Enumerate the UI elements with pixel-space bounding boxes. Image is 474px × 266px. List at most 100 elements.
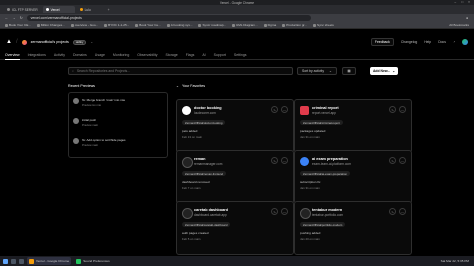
app-icon[interactable] xyxy=(11,258,16,264)
team-name[interactable]: zermanofficial's projects xyxy=(31,40,69,44)
chevron-down-icon[interactable]: ⌄ xyxy=(90,40,93,44)
project-name[interactable]: criminal report xyxy=(312,106,339,110)
bookmark[interactable]: Book Your CE... xyxy=(5,23,31,27)
list-item[interactable]: initial push Preview main xyxy=(73,117,165,134)
bookmark[interactable]: A booking sys... xyxy=(166,23,192,27)
activity-icon[interactable]: ∿ xyxy=(271,106,278,113)
notifications-icon[interactable]: ◔ xyxy=(453,40,455,44)
project-name[interactable]: doctor booking xyxy=(194,106,222,110)
app-icon[interactable] xyxy=(19,258,24,264)
new-tab-icon[interactable]: + xyxy=(108,8,110,12)
tab-ai[interactable]: AI xyxy=(202,53,205,57)
project-card[interactable]: tentabur modern tentabur-portfolio.com ∿… xyxy=(294,201,412,255)
sort-dropdown[interactable]: Sort by activity ⌄ xyxy=(297,67,337,75)
browser-tab[interactable]: ICL FTP SERVER xyxy=(4,6,41,13)
close-icon[interactable]: × xyxy=(468,0,470,4)
project-domain[interactable]: exam-learn-ai-platform.com xyxy=(312,162,351,166)
browser-tab-active[interactable]: Vercel xyxy=(42,6,75,13)
project-domain[interactable]: report.vercel.app xyxy=(312,111,336,115)
activity-icon[interactable]: ∿ xyxy=(389,208,396,215)
vercel-logo-icon[interactable]: ▲ xyxy=(6,39,12,45)
project-card[interactable]: reman remanmanager.com ∿ ⋯ ZermanOfficial… xyxy=(176,150,294,204)
help-link[interactable]: Help xyxy=(424,40,431,44)
chevron-down-icon[interactable]: ⌄ xyxy=(176,84,179,88)
changelog-link[interactable]: Changelog xyxy=(401,40,417,44)
more-icon[interactable]: ⋯ xyxy=(281,208,288,215)
tab-storage[interactable]: Storage xyxy=(166,53,178,57)
tab-support[interactable]: Support xyxy=(214,53,226,57)
feedback-button[interactable]: Feedback xyxy=(370,38,394,46)
minimize-icon[interactable]: – xyxy=(454,0,456,4)
repo-badge[interactable]: ZermanOfficial/doctor-booking xyxy=(182,120,226,125)
bookmark[interactable]: Sync sheets xyxy=(313,23,334,27)
more-icon[interactable]: ⋯ xyxy=(281,106,288,113)
tab-activity[interactable]: Activity xyxy=(54,53,65,57)
search-placeholder: Search Repositories and Projects... xyxy=(76,69,131,73)
project-card[interactable]: criminal report report.vercel.app ∿ ⋯ Zer… xyxy=(294,99,412,153)
activity-icon[interactable]: ∿ xyxy=(271,157,278,164)
activity-icon[interactable]: ∿ xyxy=(271,208,278,215)
maximize-icon[interactable]: □ xyxy=(461,0,463,4)
profile-icon[interactable]: ● xyxy=(466,16,468,20)
repo-badge[interactable]: ZermanOfficial/reman-frontend xyxy=(182,171,227,176)
bookmark[interactable]: Book Your Ce... xyxy=(135,23,161,27)
docs-link[interactable]: Docs xyxy=(438,40,446,44)
list-item[interactable]: fix: Add option to sort/hide pages Previ… xyxy=(73,137,165,154)
project-domain[interactable]: tentabur-portfolio.com xyxy=(312,213,343,217)
project-name[interactable]: tentabur modern xyxy=(312,208,342,212)
more-icon[interactable]: ⋯ xyxy=(399,106,406,113)
bookmark[interactable]: overview - Goo... xyxy=(70,23,98,27)
tab-domains[interactable]: Domains xyxy=(73,53,87,57)
list-item[interactable]: fix: Merge branch 'main' into mte Previe… xyxy=(73,97,165,114)
repo-badge[interactable]: ZermanOfficial/ai-exam-preparation xyxy=(300,171,350,176)
project-card[interactable]: doctor booking loudecorer.com ∿ ⋯ ZermanO… xyxy=(176,99,294,153)
project-card[interactable]: ai exam preparation exam-learn-ai-platfo… xyxy=(294,150,412,204)
search-input[interactable]: ⌕ Search Repositories and Projects... xyxy=(68,67,293,75)
project-card[interactable]: caretab dashboard dashboard.caretab.app … xyxy=(176,201,294,255)
browser-tab[interactable]: Lulu xyxy=(77,6,103,13)
back-icon[interactable]: ← xyxy=(5,16,8,20)
tab-overview[interactable]: Overview xyxy=(5,53,20,60)
activity-icon[interactable]: ∿ xyxy=(389,157,396,164)
bookmark[interactable]: Millon Changes... xyxy=(36,23,65,27)
add-new-button[interactable]: Add New... ⌄ xyxy=(370,67,398,75)
reload-icon[interactable]: ↻ xyxy=(20,16,23,20)
tab-flags[interactable]: Flags xyxy=(186,53,195,57)
repo-badge[interactable]: ZermanOfficial/caretab-dashboard xyxy=(182,222,231,227)
clock[interactable]: Sat Mar 22, 5:35 PM xyxy=(441,259,469,263)
tab-settings[interactable]: Settings xyxy=(234,53,247,57)
tab-monitoring[interactable]: Monitoring xyxy=(113,53,129,57)
avatar[interactable] xyxy=(462,39,468,45)
vercel-header: ▲ / zermanofficial's projects Hobby ⌄ Fe… xyxy=(0,37,474,47)
grid-icon[interactable]: ▦ xyxy=(347,69,350,73)
bookmark-icon xyxy=(282,23,286,27)
repo-badge[interactable]: ZermanOfficial/portfolio-modern xyxy=(300,222,346,227)
view-toggle[interactable]: ▦ xyxy=(342,67,356,75)
more-icon[interactable]: ⋯ xyxy=(399,157,406,164)
tab-integrations[interactable]: Integrations xyxy=(28,53,46,57)
repo-badge[interactable]: ZermanOfficial/criminal-report xyxy=(300,120,343,125)
project-name[interactable]: caretab dashboard xyxy=(194,208,228,212)
project-domain[interactable]: loudecorer.com xyxy=(194,111,216,115)
project-name[interactable]: ai exam preparation xyxy=(312,157,348,161)
more-icon[interactable]: ⋯ xyxy=(281,157,288,164)
taskbar-item[interactable]: Sound Preferences xyxy=(74,257,112,265)
bookmark[interactable]: BYOC 1-1-25... xyxy=(104,23,129,27)
bookmark[interactable]: Production gr... xyxy=(282,23,307,27)
activity-icon[interactable]: ∿ xyxy=(389,106,396,113)
more-icon[interactable]: ⋯ xyxy=(399,208,406,215)
project-name[interactable]: reman xyxy=(194,157,205,161)
url-input[interactable]: vercel.com/zermanofficial-projects xyxy=(26,15,311,21)
bookmark[interactable]: Figma xyxy=(263,23,276,27)
start-menu-icon[interactable] xyxy=(3,258,8,264)
commit-date: Feb 7 on main xyxy=(182,186,201,190)
taskbar-item[interactable]: Vercel - Google Chrome xyxy=(27,257,72,265)
tab-usage[interactable]: Usage xyxy=(95,53,105,57)
tab-observability[interactable]: Observability xyxy=(137,53,157,57)
bookmark[interactable]: UML Diagram... xyxy=(232,23,258,27)
all-bookmarks[interactable]: All Bookmarks xyxy=(449,23,469,27)
project-domain[interactable]: remanmanager.com xyxy=(194,162,222,166)
forward-icon[interactable]: → xyxy=(12,16,15,20)
project-domain[interactable]: dashboard.caretab.app xyxy=(194,213,227,217)
bookmark[interactable]: Syncr roadmap... xyxy=(198,23,226,27)
